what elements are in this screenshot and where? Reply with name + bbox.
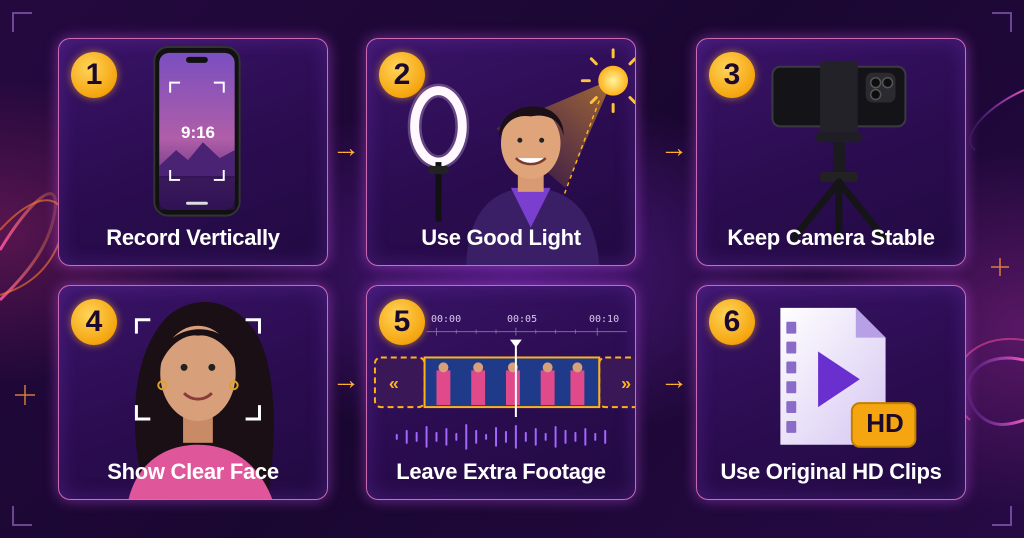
arrow-right-icon: → <box>660 132 688 163</box>
step-card-show-clear-face: 4 Show Clear Face <box>58 285 328 500</box>
svg-text:»: » <box>621 373 631 393</box>
step-card-use-original-hd-clips: 6 HD Use Original HD Clips <box>696 285 966 500</box>
step-label: Record Vertically <box>106 225 280 250</box>
step-number-badge: 2 <box>379 52 425 98</box>
step-number-badge: 5 <box>379 299 425 345</box>
svg-text:«: « <box>389 373 399 393</box>
step-number-badge: 4 <box>71 299 117 345</box>
step-number-badge: 6 <box>709 299 755 345</box>
step-label: Leave Extra Footage <box>396 459 606 484</box>
arrow-right-icon: → <box>332 364 360 395</box>
frame-corner <box>992 12 1012 32</box>
step-label: Use Original HD Clips <box>720 459 942 484</box>
timeline-tick-label: 00:00 <box>431 314 462 325</box>
frame-corner <box>992 506 1012 526</box>
arrow-right-icon: → <box>660 364 688 395</box>
step-card-use-good-light: 2 Use Good Light <box>366 38 636 266</box>
hd-badge: HD <box>866 408 904 438</box>
step-label: Show Clear Face <box>107 459 279 484</box>
step-number-badge: 1 <box>71 52 117 98</box>
aspect-ratio-text: 9:16 <box>180 123 216 142</box>
step-card-keep-camera-stable: 3 Keep Camera Stable <box>696 38 966 266</box>
frame-corner <box>12 506 32 526</box>
frame-corner <box>12 12 32 32</box>
sun-icon <box>580 48 635 113</box>
step-card-record-vertically: 1 9:16 Record Vertically <box>58 38 328 266</box>
step-label: Keep Camera Stable <box>727 225 935 250</box>
timeline-tick-label: 00:05 <box>507 314 538 325</box>
step-number-badge: 3 <box>709 52 755 98</box>
step-card-leave-extra-footage: 5 « » 00:00 00:05 00:10 Leave Extra Foot… <box>366 285 636 500</box>
arrow-right-icon: → <box>332 132 360 163</box>
step-label: Use Good Light <box>421 225 581 250</box>
timeline-tick-label: 00:10 <box>589 314 620 325</box>
